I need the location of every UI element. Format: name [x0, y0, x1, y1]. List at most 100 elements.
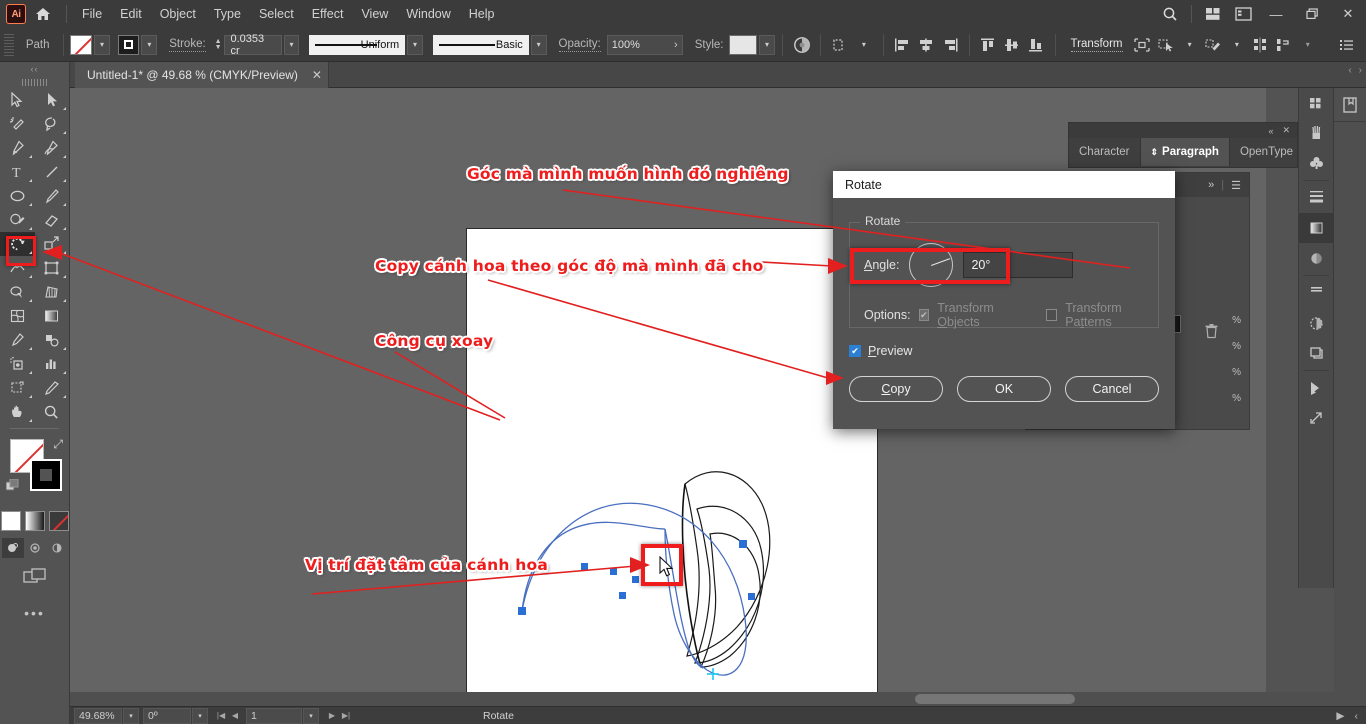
tools-panel-drag-dots[interactable]: [22, 79, 48, 86]
arrange-documents-icon[interactable]: [1198, 0, 1228, 28]
none-swatch-button[interactable]: [49, 511, 69, 531]
stroke-weight-stepper[interactable]: ▲▼: [212, 35, 225, 55]
more-tools-button[interactable]: •••: [0, 605, 69, 621]
collapse-icon[interactable]: ‹: [1355, 710, 1359, 722]
blend-tool[interactable]: [35, 328, 70, 352]
close-icon[interactable]: ✕: [1282, 125, 1290, 136]
tab-scroll-arrows[interactable]: ‹›: [1348, 65, 1362, 76]
isolate-selected-object-icon[interactable]: [1132, 34, 1154, 56]
stroke-weight-caret[interactable]: ▾: [284, 35, 300, 55]
fill-dropdown-caret[interactable]: ▾: [94, 35, 110, 55]
zoom-tool[interactable]: [35, 400, 70, 424]
angle-dial-icon[interactable]: [909, 243, 953, 287]
gradient-swatch-button[interactable]: [25, 511, 45, 531]
recolor-artwork-icon[interactable]: [791, 34, 813, 56]
rotate-tool[interactable]: [0, 232, 35, 256]
stroke-profile-field[interactable]: Uniform: [309, 35, 405, 55]
paintbrush-tool[interactable]: [35, 184, 70, 208]
stroke-weight-field[interactable]: 0.0353 cr: [224, 35, 281, 55]
gradient-tool[interactable]: [35, 304, 70, 328]
opacity-label[interactable]: Opacity:: [559, 38, 601, 52]
hand-tool[interactable]: [0, 400, 35, 424]
menu-item-help[interactable]: Help: [460, 3, 504, 25]
stroke-label[interactable]: Stroke:: [169, 38, 205, 52]
window-minimize-button[interactable]: —: [1258, 0, 1294, 28]
slice-tool[interactable]: [35, 376, 70, 400]
menu-item-file[interactable]: File: [73, 3, 111, 25]
rotation-field[interactable]: 0º: [143, 708, 191, 724]
search-icon[interactable]: [1155, 0, 1185, 28]
libraries-icon[interactable]: [1334, 88, 1366, 122]
arrange-objects-icon[interactable]: [1273, 34, 1295, 56]
window-restore-button[interactable]: [1294, 0, 1330, 28]
home-icon[interactable]: [26, 0, 60, 28]
previous-artboard-icon[interactable]: ◀: [228, 708, 242, 724]
align-center-vertical-icon[interactable]: [1001, 34, 1023, 56]
zoom-level-field[interactable]: 49.68%: [74, 708, 122, 724]
next-artboard-icon[interactable]: ▶: [325, 708, 339, 724]
align-left-icon[interactable]: [892, 34, 914, 56]
window-close-button[interactable]: ✕: [1330, 0, 1366, 28]
delete-icon[interactable]: [1204, 323, 1219, 342]
rotate-dialog[interactable]: Rotate Rotate Angle: 20° Options: ✔ Tran…: [833, 171, 1175, 429]
artboards-icon[interactable]: [1299, 373, 1333, 403]
rotation-caret[interactable]: ▾: [192, 708, 208, 724]
menu-item-edit[interactable]: Edit: [111, 3, 151, 25]
lasso-tool[interactable]: [35, 112, 70, 136]
fill-color-swatch[interactable]: [70, 35, 92, 55]
menu-item-type[interactable]: Type: [205, 3, 250, 25]
align-center-horizontal-icon[interactable]: [915, 34, 937, 56]
transparency-icon[interactable]: [1299, 243, 1333, 273]
artboard-number-field[interactable]: 1: [246, 708, 302, 724]
default-fill-stroke-icon[interactable]: [6, 479, 20, 493]
tab-paragraph[interactable]: ⇕ Paragraph: [1141, 138, 1230, 166]
column-graph-tool[interactable]: [35, 352, 70, 376]
transform-objects-checkbox[interactable]: ✔: [919, 309, 930, 321]
magic-wand-tool[interactable]: [0, 112, 35, 136]
ellipse-tool[interactable]: [0, 184, 35, 208]
symbols-icon[interactable]: [1299, 148, 1333, 178]
brush-definition-caret[interactable]: ▾: [531, 35, 547, 55]
gradient-icon[interactable]: [1299, 213, 1333, 243]
preview-checkbox[interactable]: ✔: [849, 345, 861, 357]
type-tool[interactable]: T: [0, 160, 35, 184]
play-icon[interactable]: ▶: [1336, 710, 1344, 722]
eyedropper-tool[interactable]: [0, 328, 35, 352]
color-swatch-button[interactable]: [1, 511, 21, 531]
stroke-dropdown-caret[interactable]: ▾: [141, 35, 157, 55]
menu-item-object[interactable]: Object: [151, 3, 205, 25]
first-artboard-icon[interactable]: |◀: [214, 708, 228, 724]
ok-button[interactable]: OK: [957, 376, 1051, 402]
zoom-level-caret[interactable]: ▾: [123, 708, 139, 724]
workspace-switcher-icon[interactable]: [1228, 0, 1258, 28]
canvas-horizontal-scrollbar[interactable]: [70, 692, 1352, 706]
stroke-profile-caret[interactable]: ▾: [407, 35, 423, 55]
cancel-button[interactable]: Cancel: [1065, 376, 1159, 402]
shape-builder-tool[interactable]: [0, 280, 35, 304]
close-icon[interactable]: ✕: [312, 68, 322, 82]
mesh-tool[interactable]: [0, 304, 35, 328]
transform-patterns-checkbox[interactable]: [1046, 309, 1057, 321]
panel-menu-icon[interactable]: ☰: [1231, 179, 1241, 192]
stroke-icon[interactable]: [1299, 183, 1333, 213]
collapse-icon[interactable]: «: [1268, 126, 1273, 136]
perspective-grid-tool[interactable]: [35, 280, 70, 304]
pen-tool[interactable]: [0, 136, 35, 160]
transform-panel-link[interactable]: Transform: [1071, 38, 1123, 52]
swap-fill-stroke-icon[interactable]: ⤢: [53, 437, 63, 452]
appearance-icon[interactable]: [1299, 278, 1333, 308]
draw-inside-caret[interactable]: ▾: [853, 34, 875, 56]
selection-tool[interactable]: [0, 88, 35, 112]
opacity-field[interactable]: 100% ›: [607, 35, 683, 55]
graphic-style-swatch[interactable]: [729, 35, 757, 55]
shaper-tool[interactable]: [0, 208, 35, 232]
artboard-number-caret[interactable]: ▾: [303, 708, 319, 724]
align-top-icon[interactable]: [978, 34, 1000, 56]
free-transform-tool[interactable]: [35, 256, 70, 280]
horizontal-scroll-thumb[interactable]: [915, 694, 1075, 704]
draw-normal-icon[interactable]: [2, 538, 24, 558]
menu-item-effect[interactable]: Effect: [303, 3, 353, 25]
symbol-sprayer-tool[interactable]: [0, 352, 35, 376]
swatches-icon[interactable]: [1299, 88, 1333, 118]
brushes-icon[interactable]: [1299, 118, 1333, 148]
